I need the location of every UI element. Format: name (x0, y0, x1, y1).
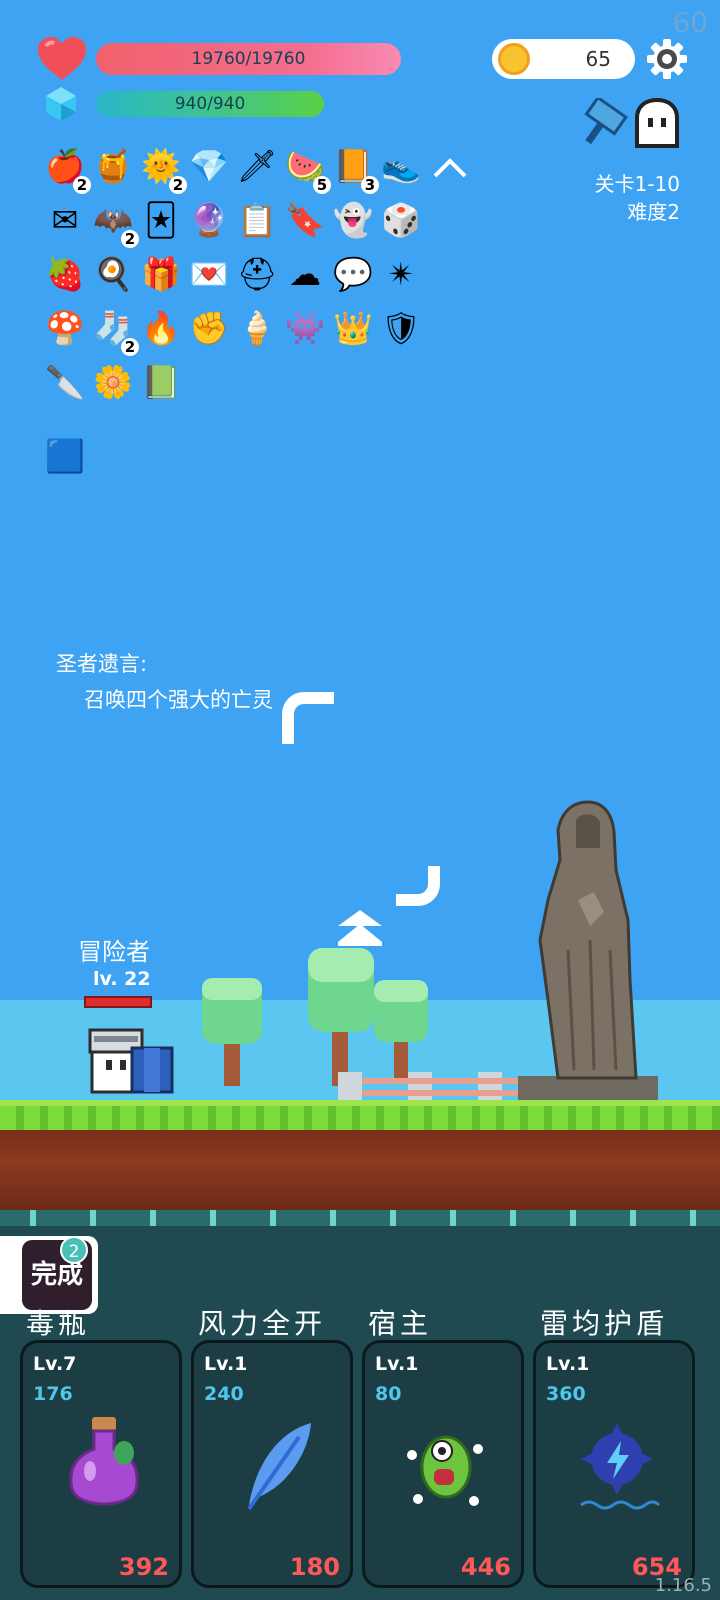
gear-icon[interactable] (646, 38, 688, 80)
gift-icon[interactable]: 🎁 (139, 252, 183, 296)
egg-icon[interactable]: 🍳 (91, 252, 135, 296)
bookmark-icon[interactable]: 🔖 (283, 198, 327, 242)
skill-level: Lv.1 (375, 1353, 419, 1375)
shield-icon[interactable]: 🛡 (379, 306, 423, 350)
heart-icon (38, 37, 86, 80)
item-count: 2 (121, 230, 139, 248)
lightning-shield-icon (580, 1423, 661, 1510)
dice-icon[interactable]: 🎲 (379, 198, 423, 242)
skill-value: 176 (33, 1383, 73, 1405)
poison-bottle-icon (69, 1417, 139, 1506)
skill-level: Lv.1 (546, 1353, 590, 1375)
sun-icon[interactable]: 🌞 2 (139, 144, 187, 194)
selection-bracket-bottom (396, 866, 440, 906)
bat-icon[interactable]: 🦇 2 (91, 198, 139, 248)
skill-card[interactable]: Lv.1 80 446 (362, 1340, 524, 1588)
card-icon[interactable]: 📗 (139, 360, 183, 404)
book-icon[interactable]: 📙 3 (331, 144, 379, 194)
skill-level: Lv.1 (204, 1353, 248, 1375)
ground-dirt (0, 1130, 720, 1210)
sneaker-icon[interactable]: 👟 (379, 144, 423, 188)
skill-card[interactable]: Lv.7 176 392 (20, 1340, 182, 1588)
hp-bar: 19760/19760 (96, 43, 401, 75)
water-strip (0, 1210, 720, 1226)
clipboard-icon[interactable]: 📋 (235, 198, 279, 242)
goblin-icon[interactable]: 👾 (283, 306, 327, 350)
skill-cost: 446 (460, 1553, 511, 1581)
tree-icon (202, 978, 262, 1086)
selection-bracket-top (282, 692, 334, 744)
chevron-up-icon[interactable] (432, 156, 468, 180)
hero-hp-bar (84, 996, 152, 1008)
helmet-icon[interactable]: ⛑ (235, 252, 279, 296)
hero-name: 冒险者 (78, 938, 150, 966)
stage-level: 关卡1-10 (594, 172, 680, 196)
skill-cost: 392 (118, 1553, 169, 1581)
glowing-tile-icon[interactable]: 🟦 (43, 434, 87, 478)
item-count: 2 (121, 338, 139, 356)
double-arrow-up-icon (338, 910, 382, 946)
fps-counter: 60 (672, 6, 708, 39)
item-count: 2 (73, 176, 91, 194)
skill-value: 360 (546, 1383, 586, 1405)
jam-jar-icon[interactable]: 🍯 (91, 144, 135, 188)
quest-badge: 2 (60, 1236, 88, 1264)
statue-icon (518, 800, 658, 1100)
speech-bubble-icon[interactable]: 💬 (331, 252, 375, 296)
fence-icon (338, 1072, 528, 1102)
ghost-icon[interactable]: 👻 (331, 198, 375, 242)
fire-icon[interactable]: 🔥 (139, 306, 183, 350)
watermelon-icon[interactable]: 🍉 5 (283, 144, 331, 194)
ice-cream-icon[interactable]: 🍦 (235, 306, 279, 350)
mana-gem-icon (46, 87, 76, 121)
fist-icon[interactable]: ✊ (187, 306, 231, 350)
tree-icon (374, 980, 428, 1078)
item-count: 3 (361, 176, 379, 194)
skill-name: 风力全开 (198, 1307, 327, 1340)
coin-amount: 65 (585, 47, 611, 71)
skill-card[interactable]: Lv.1 360 654 (533, 1340, 695, 1588)
item-count: 2 (169, 176, 187, 194)
coin-icon (498, 43, 530, 75)
skill-name: 毒瓶 (26, 1307, 91, 1340)
tree-icon (308, 948, 374, 1086)
story-text: 召唤四个强大的亡灵 (84, 688, 273, 712)
version-label: 1.16.5 (654, 1575, 712, 1596)
ground-grass (0, 1100, 720, 1130)
skill-card[interactable]: Lv.1 240 180 (191, 1340, 353, 1588)
flower-icon[interactable]: 🌼 (91, 360, 135, 404)
stage-difficulty: 难度2 (627, 200, 680, 224)
strawberry-icon[interactable]: 🍓 (43, 252, 87, 296)
crystal-ball-icon[interactable]: 🔮 (187, 198, 231, 242)
crown-icon[interactable]: 👑 (331, 306, 375, 350)
feather-icon (247, 1423, 311, 1511)
apple-icon[interactable]: 🍎 2 (43, 144, 91, 194)
sock-icon[interactable]: 🧦 2 (91, 306, 139, 356)
dagger-icon[interactable]: 🔪 (43, 360, 87, 404)
diamond-icon[interactable]: 💎 (187, 144, 231, 188)
heart-letter-icon[interactable]: 💌 (187, 252, 231, 296)
skill-level: Lv.7 (33, 1353, 77, 1375)
coin-counter[interactable]: 65 (492, 39, 635, 79)
skill-name: 雷均护盾 (540, 1307, 669, 1340)
ghost-icon[interactable] (632, 98, 682, 148)
cloud-icon[interactable]: ☁ (283, 252, 327, 296)
sword-icon[interactable]: 🗡 (235, 144, 279, 188)
stage-info: 关卡1-10 难度2 (595, 170, 680, 226)
skill-value: 240 (204, 1383, 244, 1405)
skill-cost: 180 (289, 1553, 340, 1581)
hammer-icon[interactable] (574, 98, 628, 148)
item-count: 5 (313, 176, 331, 194)
skill-name: 宿主 (368, 1307, 433, 1340)
mace-icon[interactable]: ✴ (379, 252, 423, 296)
cards-icon[interactable]: 🃏 (139, 198, 183, 242)
story-title: 圣者遗言: (56, 652, 148, 676)
envelope-icon[interactable]: ✉ (43, 198, 87, 242)
parasite-icon (407, 1435, 483, 1506)
mp-bar: 940/940 (96, 91, 324, 117)
mushroom-icon[interactable]: 🍄 (43, 306, 87, 350)
skill-value: 80 (375, 1383, 402, 1405)
knight-hero-icon (88, 1028, 174, 1094)
hero-level: lv. 22 (93, 968, 151, 990)
